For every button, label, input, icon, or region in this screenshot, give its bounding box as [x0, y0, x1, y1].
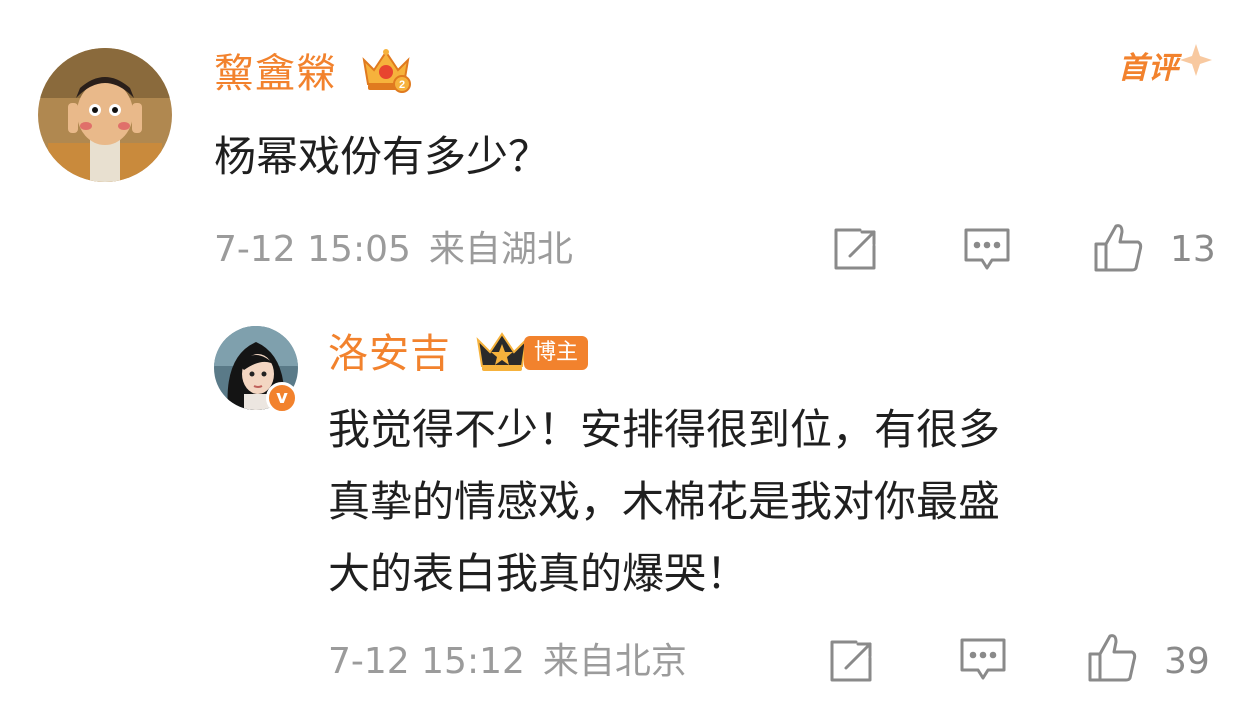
replier-username[interactable]: 洛安吉 [328, 334, 451, 374]
reply-text-line: 真挚的情感戏，木棉花是我对你最盛 [328, 477, 1001, 526]
first-comment-badge: 首评 [1118, 42, 1218, 98]
commenter-avatar[interactable] [38, 48, 172, 182]
verified-badge: v [266, 382, 298, 414]
like-icon[interactable] [1086, 632, 1140, 684]
comment-thread: 黧盦檾 2 首评 杨幂戏份有多少？ 7-12 15:05 来自湖北 13 v 洛… [0, 0, 1256, 716]
fan-crown-icon [474, 330, 530, 374]
like-icon[interactable] [1092, 222, 1146, 274]
comment-icon[interactable] [962, 226, 1012, 274]
comment-meta: 7-12 15:05 来自湖北 [214, 232, 573, 268]
comment-text: 杨幂戏份有多少？ [214, 132, 551, 181]
blogger-badge: 博主 [524, 336, 589, 370]
comment-date: 7-12 15:05 [214, 229, 411, 270]
first-comment-label: 首评 [1118, 51, 1178, 86]
commenter-username[interactable]: 黧盦檾 [214, 54, 337, 94]
reply-location: 来自北京 [542, 641, 687, 682]
reply-text-line: 大的表白我真的爆哭！ [328, 549, 749, 598]
reply-date: 7-12 15:12 [328, 641, 525, 682]
reply-text-line: 我觉得不少！安排得很到位，有很多 [328, 405, 1001, 454]
svg-text:2: 2 [399, 79, 405, 91]
fan-crown-icon: 2 [360, 46, 412, 94]
like-count: 39 [1164, 641, 1210, 682]
share-icon[interactable] [826, 638, 876, 684]
reply-text: 我觉得不少！安排得很到位，有很多 真挚的情感戏，木棉花是我对你最盛 大的表白我真… [328, 394, 1000, 610]
reply-meta: 7-12 15:12 来自北京 [328, 644, 687, 680]
like-count: 13 [1170, 229, 1216, 270]
comment-icon[interactable] [958, 636, 1008, 684]
comment-location: 来自湖北 [428, 229, 573, 270]
share-icon[interactable] [830, 226, 880, 272]
